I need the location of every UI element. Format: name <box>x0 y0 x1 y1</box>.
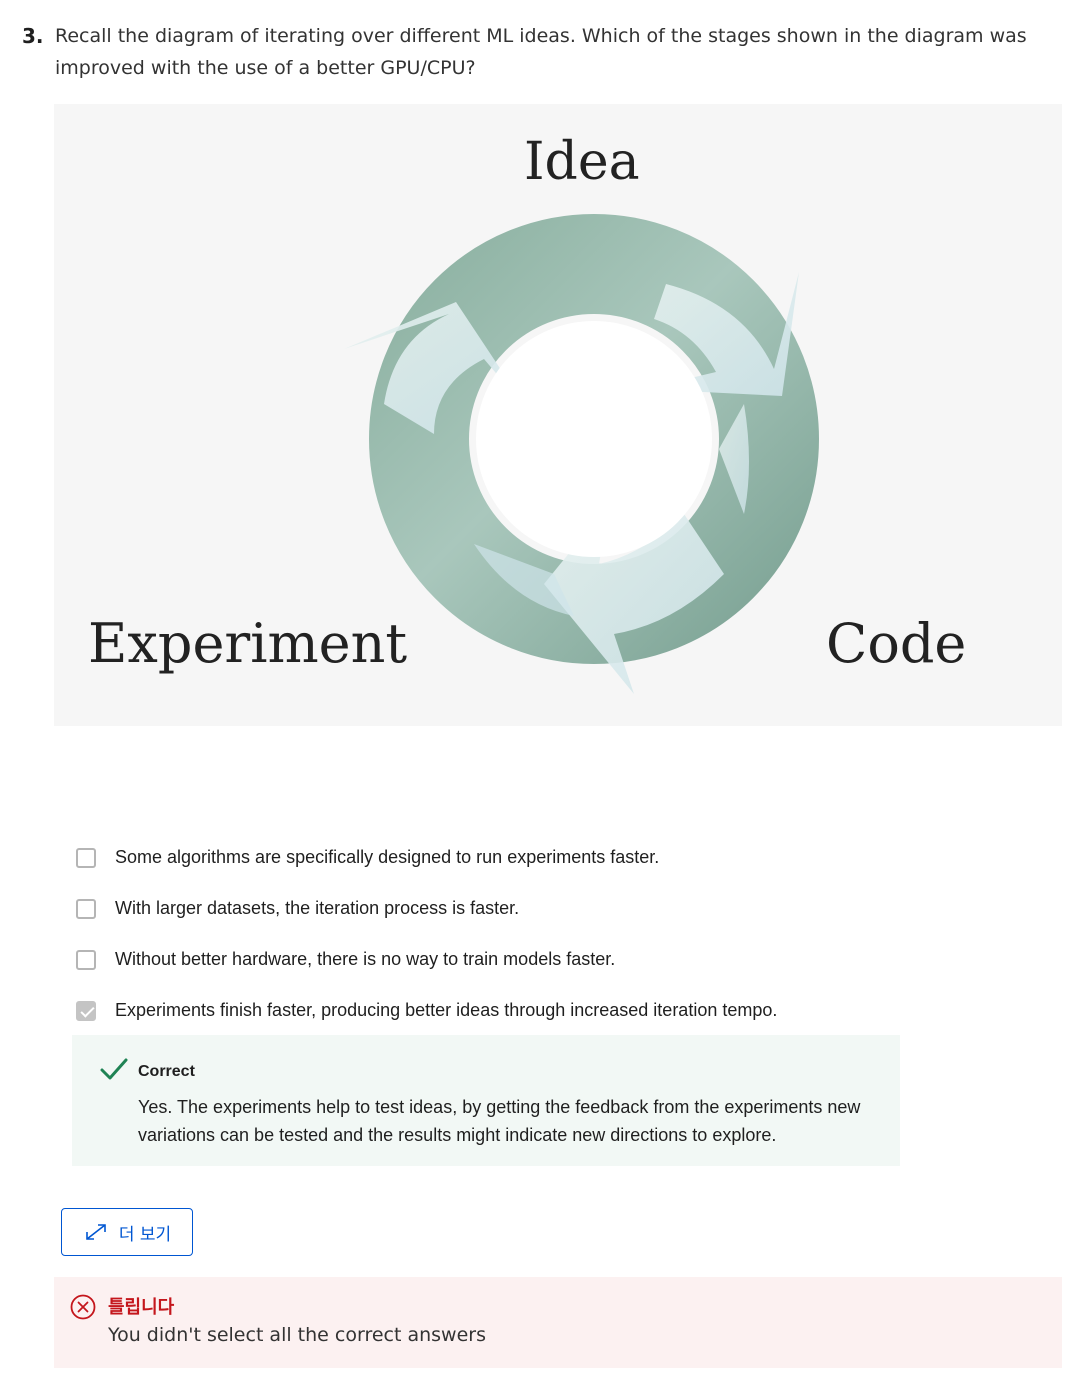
question: 3. Recall the diagram of iterating over … <box>22 20 1052 84</box>
checkmark-icon <box>100 1058 128 1080</box>
result-banner: 틀립니다 You didn't select all the correct a… <box>54 1277 1062 1368</box>
option-2[interactable]: With larger datasets, the iteration proc… <box>76 883 976 934</box>
error-x-icon <box>70 1294 96 1320</box>
diagram-label-experiment: Experiment <box>88 612 408 675</box>
option-4-label: Experiments finish faster, producing bet… <box>115 1000 778 1020</box>
option-3[interactable]: Without better hardware, there is no way… <box>76 934 976 985</box>
question-number: 3. <box>22 24 44 48</box>
result-text: You didn't select all the correct answer… <box>108 1324 486 1346</box>
feedback-title: Correct <box>138 1063 195 1080</box>
option-2-checkbox[interactable] <box>76 898 96 919</box>
diagram-label-idea: Idea <box>524 132 640 192</box>
option-1-label: Some algorithms are specifically designe… <box>115 847 660 867</box>
expand-icon <box>86 1224 106 1240</box>
answer-options: Some algorithms are specifically designe… <box>76 832 976 1036</box>
feedback-text: Yes. The experiments help to test ideas,… <box>138 1097 861 1145</box>
option-3-label: Without better hardware, there is no way… <box>115 949 616 969</box>
cycle-center <box>476 321 712 557</box>
show-more-button[interactable]: 더 보기 <box>61 1208 193 1256</box>
diagram-label-code: Code <box>826 612 967 675</box>
question-text: Recall the diagram of iterating over dif… <box>55 25 1027 79</box>
show-more-label: 더 보기 <box>118 1224 172 1245</box>
option-4[interactable]: Experiments finish faster, producing bet… <box>76 985 976 1036</box>
option-1-checkbox[interactable] <box>76 847 96 868</box>
option-2-label: With larger datasets, the iteration proc… <box>115 898 520 918</box>
option-1[interactable]: Some algorithms are specifically designe… <box>76 832 976 883</box>
cycle-diagram: Idea Experiment Code <box>54 104 1062 726</box>
option-4-checkbox[interactable] <box>76 1000 96 1021</box>
result-title: 틀립니다 <box>108 1297 175 1318</box>
option-3-checkbox[interactable] <box>76 949 96 970</box>
correct-feedback: Correct Yes. The experiments help to tes… <box>72 1035 900 1166</box>
